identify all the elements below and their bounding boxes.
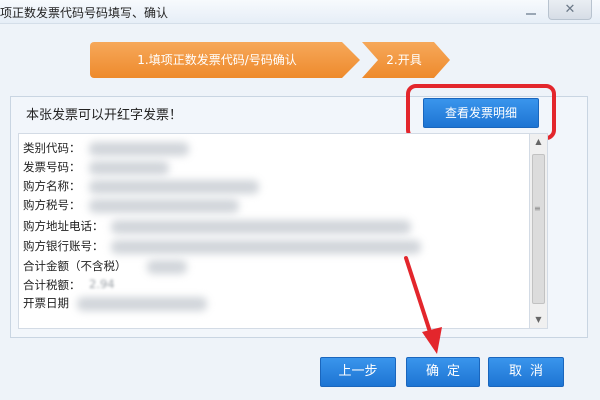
redacted-value (89, 180, 259, 194)
field-buyer-bank-account: 购方银行账号： (23, 239, 104, 253)
field-buyer-name: 购方名称： (23, 179, 81, 193)
step-1: 1.填项正数发票代码/号码确认 (90, 42, 360, 78)
redacted-value (111, 240, 421, 254)
field-total-tax: 合计税额： (23, 278, 81, 292)
field-issue-date: 开票日期 (23, 296, 69, 310)
step-2-label: 2.开具 (386, 53, 422, 67)
invoice-info-list[interactable]: 类别代码： 发票号码： 购方名称： 购方税号： 购方地址电话： 购方银行账号： … (18, 133, 530, 329)
field-buyer-tax-id: 购方税号： (23, 198, 81, 212)
field-total-amount: 合计金额（不含税） (23, 259, 127, 273)
cancel-button[interactable]: 取消 (488, 357, 564, 387)
redacted-value (89, 199, 239, 213)
close-icon[interactable]: ✕ (548, 0, 592, 20)
scroll-thumb[interactable] (532, 154, 545, 304)
scroll-grip-icon: ≡ (534, 204, 541, 213)
red-invoice-notice: 本张发票可以开红字发票！ (26, 108, 183, 123)
redacted-value (111, 220, 411, 234)
field-category-code: 类别代码： (23, 141, 81, 155)
dialog-window: 项正数发票代码号码填写、确认 ✕ 1.填项正数发票代码/号码确认 2.开具 本张… (0, 0, 600, 400)
previous-step-button[interactable]: 上一步 (320, 357, 396, 387)
redacted-value (89, 142, 189, 156)
redacted-value (77, 297, 207, 311)
confirm-button[interactable]: 确定 (406, 357, 480, 387)
scroll-down-icon[interactable]: ▼ (530, 312, 547, 328)
title-bar: 项正数发票代码号码填写、确认 ✕ (0, 0, 600, 24)
field-buyer-address-phone: 购方地址电话： (23, 219, 104, 233)
window-title: 项正数发票代码号码填写、确认 (0, 6, 169, 20)
redacted-value (89, 161, 169, 175)
step-progress: 1.填项正数发票代码/号码确认 2.开具 (90, 42, 450, 78)
vertical-scrollbar[interactable]: ▲ ≡ ▼ (530, 133, 548, 329)
step-2: 2.开具 (362, 42, 450, 78)
field-invoice-number: 发票号码： (23, 160, 81, 174)
redacted-value (147, 260, 187, 274)
scroll-up-icon[interactable]: ▲ (530, 134, 547, 150)
minimize-icon[interactable] (520, 2, 542, 20)
total-tax-value: 2.94 (89, 277, 115, 291)
highlight-annotation (406, 84, 556, 140)
step-1-label: 1.填项正数发票代码/号码确认 (137, 53, 297, 67)
